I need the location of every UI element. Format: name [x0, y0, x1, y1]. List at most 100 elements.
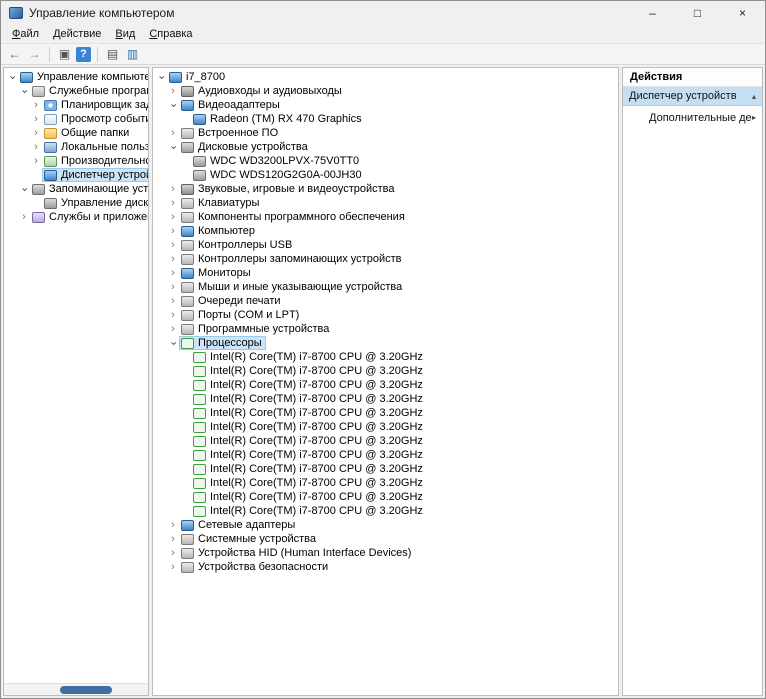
- close-button[interactable]: ×: [720, 1, 765, 25]
- device-tree-item[interactable]: Intel(R) Core(TM) i7-8700 CPU @ 3.20GHz: [153, 350, 618, 364]
- device-tree-item[interactable]: › Встроенное ПО: [153, 126, 618, 140]
- device-tree-item[interactable]: Intel(R) Core(TM) i7-8700 CPU @ 3.20GHz: [153, 434, 618, 448]
- chevron-down-icon[interactable]: ›: [168, 141, 180, 153]
- device-tree-item[interactable]: › Устройства безопасности: [153, 560, 618, 574]
- forward-arrow-icon[interactable]: →: [26, 46, 43, 63]
- device-tree-item[interactable]: Intel(R) Core(TM) i7-8700 CPU @ 3.20GHz: [153, 490, 618, 504]
- device-tree-item[interactable]: Intel(R) Core(TM) i7-8700 CPU @ 3.20GHz: [153, 504, 618, 518]
- device-tree-item[interactable]: › Сетевые адаптеры: [153, 518, 618, 532]
- console-tree-item[interactable]: › Планировщик заданий: [4, 98, 148, 112]
- show-console-tree-icon[interactable]: ▣: [56, 46, 73, 63]
- chevron-right-icon[interactable]: ›: [167, 197, 179, 209]
- chevron-right-icon[interactable]: ›: [167, 211, 179, 223]
- title-bar[interactable]: Управление компьютером – □ ×: [1, 1, 765, 25]
- device-tree-item[interactable]: › Компоненты программного обеспечения: [153, 210, 618, 224]
- chevron-right-icon[interactable]: ›: [167, 183, 179, 195]
- hscroll-thumb[interactable]: [60, 686, 112, 694]
- export-list-icon[interactable]: ▤: [104, 46, 121, 63]
- device-tree-item[interactable]: › Звуковые, игровые и видеоустройства: [153, 182, 618, 196]
- menu-item-1[interactable]: Действие: [46, 27, 108, 41]
- chevron-right-icon[interactable]: ›: [30, 99, 42, 111]
- chevron-right-icon[interactable]: ›: [167, 533, 179, 545]
- console-tree-item[interactable]: › Производительность: [4, 154, 148, 168]
- chevron-right-icon[interactable]: ›: [167, 239, 179, 251]
- device-tree-item[interactable]: › Мыши и иные указывающие устройства: [153, 280, 618, 294]
- device-tree-item[interactable]: Intel(R) Core(TM) i7-8700 CPU @ 3.20GHz: [153, 406, 618, 420]
- console-tree-item[interactable]: › Локальные пользовател: [4, 140, 148, 154]
- device-tree-item[interactable]: › Контроллеры USB: [153, 238, 618, 252]
- device-tree-item[interactable]: Intel(R) Core(TM) i7-8700 CPU @ 3.20GHz: [153, 476, 618, 490]
- horizontal-scrollbar[interactable]: [4, 683, 148, 695]
- chevron-down-icon[interactable]: ›: [19, 85, 31, 97]
- device-tree-item[interactable]: Radeon (TM) RX 470 Graphics: [153, 112, 618, 126]
- device-tree-item[interactable]: › Клавиатуры: [153, 196, 618, 210]
- console-tree-item[interactable]: › Просмотр событий: [4, 112, 148, 126]
- chevron-right-icon[interactable]: ›: [30, 141, 42, 153]
- device-tree-item[interactable]: › i7_8700: [153, 70, 618, 84]
- device-tree-item[interactable]: › Аудиовходы и аудиовыходы: [153, 84, 618, 98]
- back-arrow-icon[interactable]: ←: [6, 46, 23, 63]
- minimize-button[interactable]: –: [630, 1, 675, 25]
- console-tree-item[interactable]: › Общие папки: [4, 126, 148, 140]
- console-tree-item[interactable]: › Службы и приложения: [4, 210, 148, 224]
- chevron-right-icon[interactable]: ›: [167, 519, 179, 531]
- chevron-down-icon[interactable]: ›: [156, 71, 168, 83]
- chevron-right-icon[interactable]: ›: [30, 113, 42, 125]
- device-tree-item[interactable]: Intel(R) Core(TM) i7-8700 CPU @ 3.20GHz: [153, 420, 618, 434]
- chevron-right-icon[interactable]: ›: [167, 295, 179, 307]
- maximize-button[interactable]: □: [675, 1, 720, 25]
- cpu-item-icon: [193, 421, 206, 433]
- chevron-right-icon[interactable]: ›: [18, 211, 30, 223]
- device-tree-item[interactable]: Intel(R) Core(TM) i7-8700 CPU @ 3.20GHz: [153, 462, 618, 476]
- device-tree-item[interactable]: › Программные устройства: [153, 322, 618, 336]
- chevron-right-icon[interactable]: ›: [167, 547, 179, 559]
- cpu-item-icon: [193, 463, 206, 475]
- device-tree-item[interactable]: › Устройства HID (Human Interface Devices…: [153, 546, 618, 560]
- chevron-down-icon[interactable]: ›: [19, 183, 31, 195]
- chevron-right-icon[interactable]: ›: [167, 267, 179, 279]
- menu-item-0[interactable]: Файл: [5, 27, 46, 41]
- chevron-right-icon[interactable]: ›: [167, 281, 179, 293]
- device-tree-item[interactable]: Intel(R) Core(TM) i7-8700 CPU @ 3.20GHz: [153, 448, 618, 462]
- actions-section-device-manager[interactable]: Диспетчер устройств ▴: [623, 87, 762, 106]
- keyboard-icon: [181, 197, 194, 209]
- device-tree-item[interactable]: › Компьютер: [153, 224, 618, 238]
- menu-item-2[interactable]: Вид: [108, 27, 142, 41]
- device-tree-item[interactable]: › Дисковые устройства: [153, 140, 618, 154]
- tree-item-body: Системные устройства: [179, 532, 320, 546]
- devices-screen-icon[interactable]: ▥: [124, 46, 141, 63]
- device-tree-item[interactable]: WDC WD3200LPVX-75V0TT0: [153, 154, 618, 168]
- chevron-right-icon[interactable]: ›: [30, 155, 42, 167]
- device-tree-item[interactable]: Intel(R) Core(TM) i7-8700 CPU @ 3.20GHz: [153, 392, 618, 406]
- console-tree-item[interactable]: Диспетчер устройств: [4, 168, 148, 182]
- device-tree-item[interactable]: WDC WDS120G2G0A-00JH30: [153, 168, 618, 182]
- device-tree-item[interactable]: › Процессоры: [153, 336, 618, 350]
- actions-more-actions[interactable]: Дополнительные дей... ▸: [623, 108, 762, 127]
- help-icon[interactable]: ?: [76, 46, 91, 62]
- chevron-right-icon[interactable]: ›: [30, 127, 42, 139]
- chevron-down-icon[interactable]: ›: [7, 71, 19, 83]
- chevron-right-icon[interactable]: ›: [167, 85, 179, 97]
- device-tree-item[interactable]: › Мониторы: [153, 266, 618, 280]
- console-tree-item[interactable]: › Управление компьютером (л: [4, 70, 149, 84]
- device-tree-item[interactable]: › Порты (COM и LPT): [153, 308, 618, 322]
- device-tree-item[interactable]: Intel(R) Core(TM) i7-8700 CPU @ 3.20GHz: [153, 378, 618, 392]
- chevron-right-icon[interactable]: ›: [167, 253, 179, 265]
- device-tree-item[interactable]: › Системные устройства: [153, 532, 618, 546]
- menu-item-3[interactable]: Справка: [142, 27, 199, 41]
- device-tree-item[interactable]: Intel(R) Core(TM) i7-8700 CPU @ 3.20GHz: [153, 364, 618, 378]
- device-tree-item[interactable]: › Очереди печати: [153, 294, 618, 308]
- chevron-down-icon[interactable]: ›: [168, 99, 180, 111]
- console-tree-item[interactable]: Управление дисками: [4, 196, 148, 210]
- console-tree-item[interactable]: › Служебные программы: [4, 84, 149, 98]
- chevron-right-icon[interactable]: ›: [167, 225, 179, 237]
- chevron-right-icon[interactable]: ›: [167, 309, 179, 321]
- chevron-down-icon[interactable]: ›: [168, 337, 180, 349]
- device-tree-item[interactable]: › Контроллеры запоминающих устройств: [153, 252, 618, 266]
- chevron-right-icon[interactable]: ›: [167, 127, 179, 139]
- chevron-right-icon[interactable]: ›: [167, 323, 179, 335]
- device-tree-item[interactable]: › Видеоадаптеры: [153, 98, 618, 112]
- chevron-up-icon[interactable]: ▴: [752, 92, 756, 101]
- console-tree-item[interactable]: › Запоминающие устройст: [4, 182, 149, 196]
- chevron-right-icon[interactable]: ›: [167, 561, 179, 573]
